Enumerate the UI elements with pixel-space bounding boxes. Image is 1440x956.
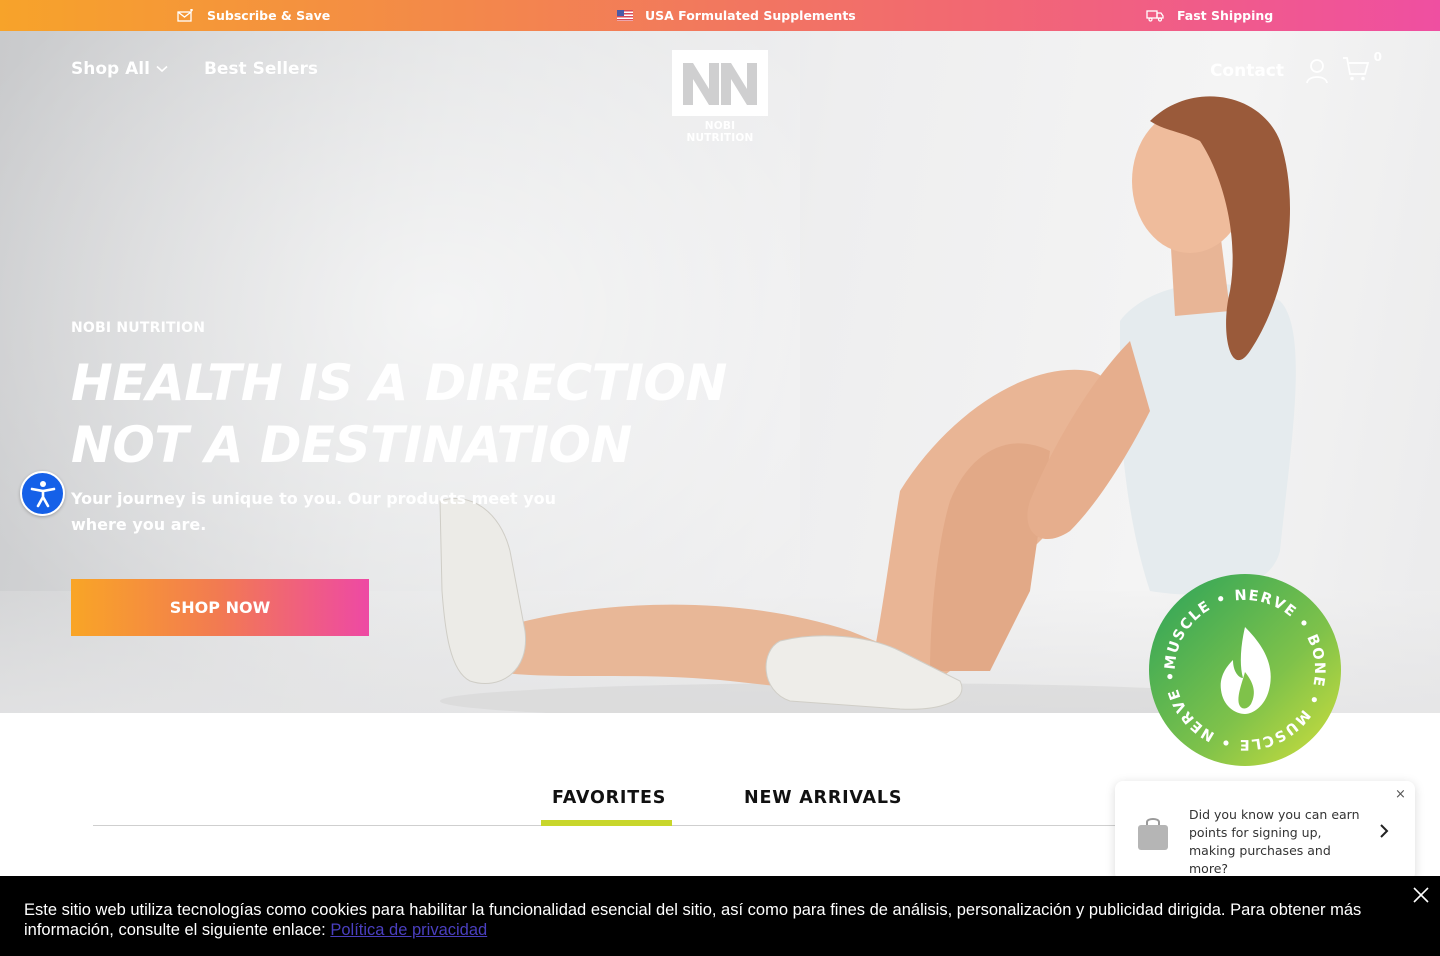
logo-brand-name: NOBI NUTRITION bbox=[686, 120, 754, 144]
nav-best-sellers[interactable]: Best Sellers bbox=[204, 59, 318, 79]
nav-best-sellers-label: Best Sellers bbox=[203, 59, 319, 79]
hero-headline-line1: HEALTH IS A DIRECTION bbox=[71, 354, 727, 412]
nav-shop-all-label: Shop All bbox=[71, 59, 150, 79]
loyalty-message: Did you know you can earn points for sig… bbox=[1189, 807, 1360, 876]
cart-count: 0 bbox=[1373, 50, 1382, 64]
hero-headline: HEALTH IS A DIRECTION NOT A DESTINATION bbox=[71, 352, 727, 476]
cookie-banner: Este sitio web utiliza tecnologías como … bbox=[0, 876, 1440, 956]
utility-nav: Contact 0 bbox=[1210, 50, 1382, 86]
announcement-label: Subscribe & Save bbox=[207, 8, 331, 23]
active-tab-indicator bbox=[541, 820, 672, 826]
announcement-label: Fast Shipping bbox=[1177, 8, 1274, 23]
announcement-usa[interactable]: USA Formulated Supplements bbox=[617, 0, 856, 31]
shopping-bag-icon bbox=[1138, 818, 1168, 850]
cart-button[interactable]: 0 bbox=[1342, 50, 1382, 86]
loyalty-popup[interactable]: Did you know you can earn points for sig… bbox=[1115, 781, 1415, 881]
announcement-shipping[interactable]: Fast Shipping bbox=[1145, 0, 1273, 31]
truck-icon bbox=[1146, 10, 1164, 22]
hero-eyebrow: NOBI NUTRITION bbox=[71, 320, 206, 336]
accessibility-button[interactable] bbox=[20, 471, 65, 516]
close-icon[interactable] bbox=[1412, 886, 1430, 904]
logo-mark bbox=[672, 50, 768, 116]
announcement-bar: Subscribe & Save USA Formulated Suppleme… bbox=[0, 0, 1440, 31]
cookie-text: Este sitio web utiliza tecnologías como … bbox=[24, 901, 1362, 939]
subscribe-icon bbox=[177, 8, 193, 22]
privacy-policy-link[interactable]: Política de privacidad bbox=[330, 921, 487, 939]
muscle-nerve-bone-badge: MUSCLE • NERVE • BONE • MUSCLE • NERVE •… bbox=[1147, 572, 1341, 766]
account-icon[interactable] bbox=[1306, 58, 1328, 84]
us-flag-icon bbox=[617, 10, 633, 21]
main-nav: Shop All Best Sellers bbox=[71, 59, 318, 79]
tab-favorites[interactable]: FAVORITES bbox=[552, 788, 666, 808]
hero-headline-line2: NOT A DESTINATION bbox=[71, 416, 632, 474]
hero-subline: Your journey is unique to you. Our produ… bbox=[71, 489, 557, 534]
nav-contact[interactable]: Contact bbox=[1210, 61, 1284, 81]
product-tabs: FAVORITES NEW ARRIVALS bbox=[93, 778, 1143, 826]
announcement-subscribe[interactable]: Subscribe & Save bbox=[175, 0, 330, 31]
shop-now-button[interactable]: SHOP NOW bbox=[71, 579, 369, 636]
nav-shop-all[interactable]: Shop All bbox=[71, 59, 168, 79]
chevron-right-icon[interactable] bbox=[1379, 823, 1389, 839]
chevron-down-icon bbox=[156, 65, 168, 73]
logo-nn-icon bbox=[683, 63, 757, 105]
accessibility-icon bbox=[30, 480, 55, 507]
announcement-label: USA Formulated Supplements bbox=[645, 8, 856, 23]
site-logo[interactable]: NOBI NUTRITION bbox=[672, 50, 768, 144]
cookie-text-block: Este sitio web utiliza tecnologías como … bbox=[24, 900, 1419, 940]
cart-icon bbox=[1343, 57, 1370, 81]
tab-new-arrivals[interactable]: NEW ARRIVALS bbox=[744, 788, 902, 808]
close-icon[interactable]: × bbox=[1395, 787, 1406, 802]
